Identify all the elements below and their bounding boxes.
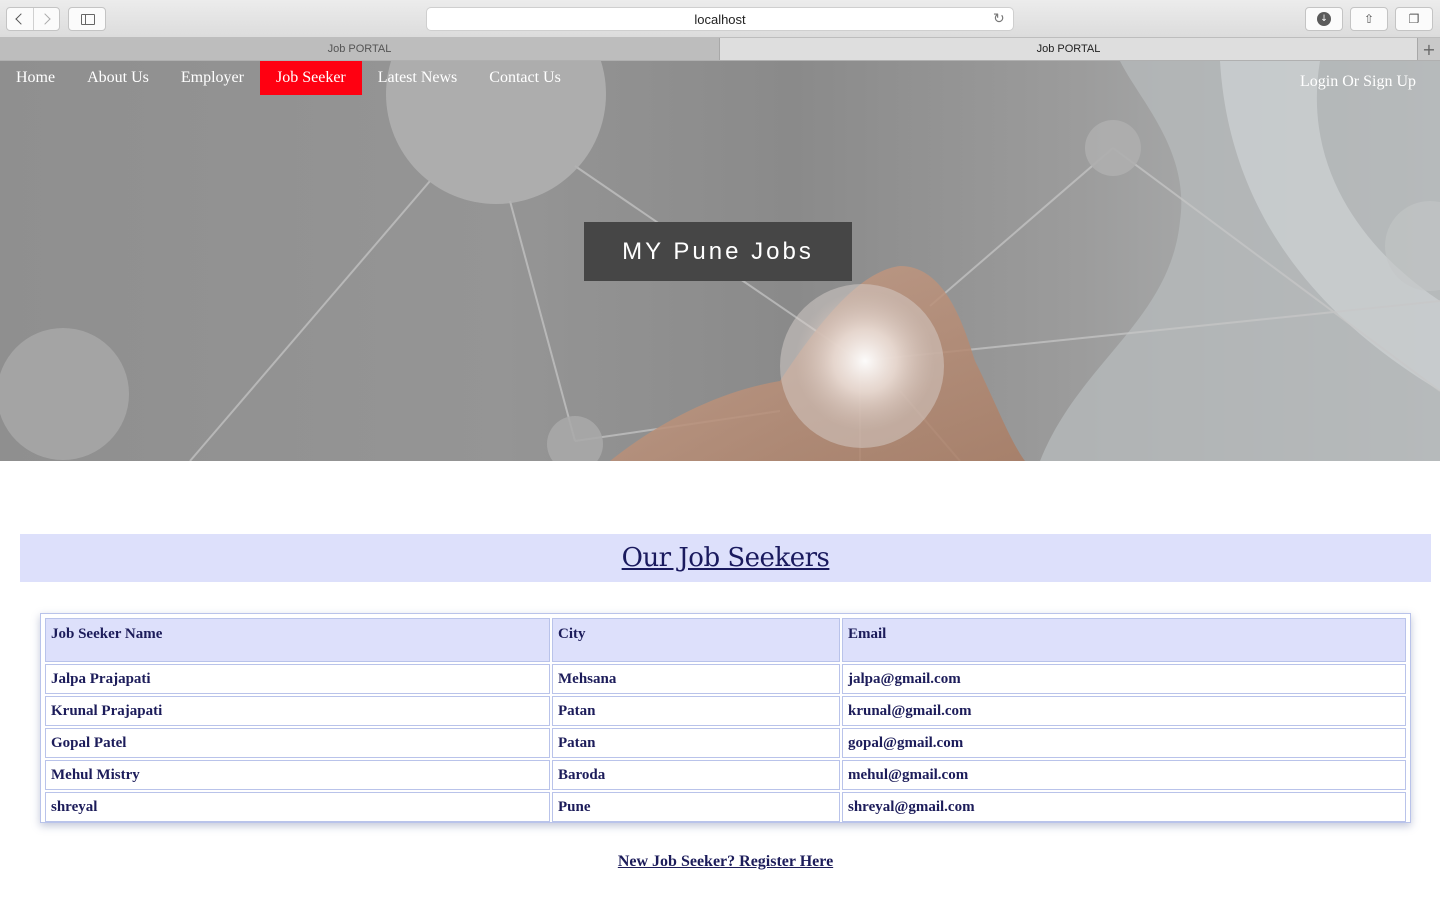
table-header-row: Job Seeker Name City Email — [45, 618, 1406, 662]
sidebar-icon — [81, 14, 95, 25]
browser-toolbar: localhost ↻ ↓ ⇧ ❐ — [0, 0, 1440, 38]
back-button[interactable] — [7, 8, 34, 30]
cell-city: Patan — [552, 728, 840, 758]
address-bar[interactable]: localhost ↻ — [426, 7, 1014, 31]
forward-button[interactable] — [34, 8, 60, 30]
tab-1-label: Job PORTAL — [327, 43, 392, 55]
nav-latest-news[interactable]: Latest News — [362, 61, 474, 95]
cell-name: shreyal — [45, 792, 550, 822]
cell-email: jalpa@gmail.com — [842, 664, 1406, 694]
job-seekers-table-container: Job Seeker Name City Email Jalpa Prajapa… — [40, 613, 1411, 823]
cell-email: mehul@gmail.com — [842, 760, 1406, 790]
chevron-left-icon — [15, 13, 27, 25]
cell-email: shreyal@gmail.com — [842, 792, 1406, 822]
sidebar-toggle-button[interactable] — [68, 7, 106, 31]
nav-contact-us[interactable]: Contact Us — [473, 61, 577, 95]
nav-employer[interactable]: Employer — [165, 61, 260, 95]
reload-icon[interactable]: ↻ — [993, 12, 1007, 26]
tabs-overview-button[interactable]: ❐ — [1395, 7, 1433, 31]
hero-title: MY Pune Jobs — [584, 222, 852, 281]
table-row: Gopal Patel Patan gopal@gmail.com — [45, 728, 1406, 758]
nav-home[interactable]: Home — [0, 61, 71, 95]
chevron-right-icon — [39, 13, 51, 25]
share-button[interactable]: ⇧ — [1350, 7, 1388, 31]
cell-email: krunal@gmail.com — [842, 696, 1406, 726]
address-text: localhost — [694, 11, 746, 27]
cell-email: gopal@gmail.com — [842, 728, 1406, 758]
table-row: Krunal Prajapati Patan krunal@gmail.com — [45, 696, 1406, 726]
cell-name: Gopal Patel — [45, 728, 550, 758]
nav-about-us[interactable]: About Us — [71, 61, 165, 95]
tab-2[interactable]: Job PORTAL — [720, 38, 1417, 60]
cell-city: Baroda — [552, 760, 840, 790]
cell-city: Patan — [552, 696, 840, 726]
main-nav: Home About Us Employer Job Seeker Latest… — [0, 61, 577, 95]
hero-banner: Home About Us Employer Job Seeker Latest… — [0, 61, 1440, 461]
tab-strip: Job PORTAL Job PORTAL + — [0, 38, 1440, 61]
job-seekers-table: Job Seeker Name City Email Jalpa Prajapa… — [43, 616, 1408, 824]
nav-job-seeker[interactable]: Job Seeker — [259, 61, 362, 95]
cell-name: Krunal Prajapati — [45, 696, 550, 726]
tab-1[interactable]: Job PORTAL — [0, 38, 720, 60]
downloads-button[interactable]: ↓ — [1305, 7, 1343, 31]
header-email: Email — [842, 618, 1406, 662]
table-row: Jalpa Prajapati Mehsana jalpa@gmail.com — [45, 664, 1406, 694]
cell-city: Pune — [552, 792, 840, 822]
table-row: shreyal Pune shreyal@gmail.com — [45, 792, 1406, 822]
history-buttons — [6, 7, 60, 31]
section-heading-text: Our Job Seekers — [621, 543, 830, 573]
register-link-text[interactable]: New Job Seeker? Register Here — [618, 853, 833, 870]
cell-name: Jalpa Prajapati — [45, 664, 550, 694]
download-icon: ↓ — [1317, 12, 1331, 26]
tabs-icon: ❐ — [1408, 12, 1420, 26]
tab-2-label: Job PORTAL — [1036, 43, 1101, 55]
cell-name: Mehul Mistry — [45, 760, 550, 790]
section-heading: Our Job Seekers — [20, 534, 1431, 582]
header-job-seeker-name: Job Seeker Name — [45, 618, 550, 662]
register-job-seeker-link: New Job Seeker? Register Here — [0, 853, 1440, 871]
header-city: City — [552, 618, 840, 662]
new-tab-icon[interactable]: + — [1417, 38, 1440, 60]
share-icon: ⇧ — [1363, 12, 1375, 26]
cell-city: Mehsana — [552, 664, 840, 694]
login-signup-link[interactable]: Login Or Sign Up — [1300, 73, 1416, 91]
table-row: Mehul Mistry Baroda mehul@gmail.com — [45, 760, 1406, 790]
